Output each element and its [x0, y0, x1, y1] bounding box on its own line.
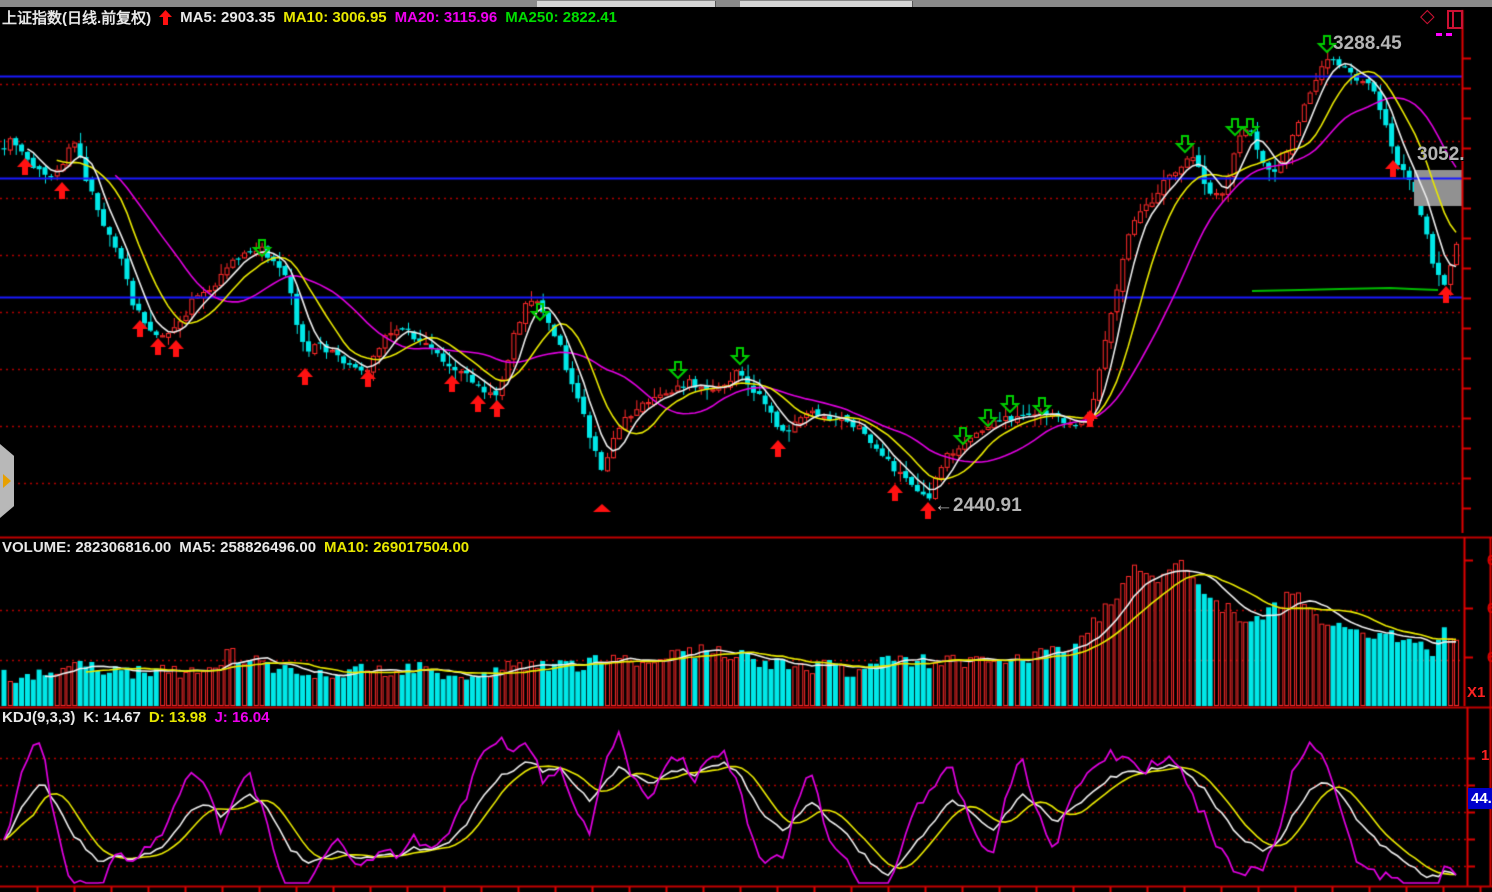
window-restore-icon[interactable] — [1447, 10, 1463, 29]
volume-axis-scale-label: X1 — [1467, 684, 1485, 701]
volume-ma5-readout: MA5: 258826496.00 — [179, 539, 316, 556]
window-titlebar[interactable] — [0, 0, 1492, 7]
ma20-readout: MA20: 3115.96 — [395, 9, 498, 26]
symbol-title[interactable]: 上证指数(日线.前复权) — [2, 7, 151, 28]
trading-app-window: 上证指数(日线.前复权) MA5: 2903.35 MA10: 3006.95 … — [0, 0, 1492, 892]
titlebar-segment — [740, 1, 913, 7]
kdj-title[interactable]: KDJ(9,3,3) — [2, 709, 75, 726]
volume-ma10-readout: MA10: 269017504.00 — [324, 539, 469, 556]
kdj-pane-header: KDJ(9,3,3) K: 14.67 D: 13.98 J: 16.04 — [2, 709, 270, 726]
ma250-readout: MA250: 2822.41 — [505, 9, 617, 26]
last-price-label: 3052. — [1417, 144, 1465, 166]
ma5-readout: MA5: 2903.35 — [180, 9, 275, 26]
kdj-axis-value-badge: 44. — [1468, 788, 1492, 809]
kdj-d-readout: D: 13.98 — [149, 709, 207, 726]
volume-readout: VOLUME: 282306816.00 — [2, 539, 171, 556]
expand-arrow-icon — [3, 474, 11, 488]
diamond-icon[interactable]: ◇ — [1420, 5, 1435, 28]
low-price-label: ←2440.91 — [934, 495, 1022, 517]
sidebar-expand-tab[interactable] — [0, 444, 14, 518]
chart-canvas[interactable] — [0, 0, 1492, 892]
kdj-axis-top-label: 1 — [1481, 747, 1489, 764]
high-price-label: 3288.45 — [1333, 33, 1402, 55]
ma10-readout: MA10: 3006.95 — [283, 9, 386, 26]
volume-pane-header: VOLUME: 282306816.00 MA5: 258826496.00 M… — [2, 539, 469, 556]
window-restore-icon-bar — [1452, 12, 1454, 27]
up-arrow-icon — [159, 10, 172, 25]
kdj-k-readout: K: 14.67 — [83, 709, 141, 726]
price-pane-header: 上证指数(日线.前复权) MA5: 2903.35 MA10: 3006.95 … — [2, 7, 617, 28]
minimize-dash-icon[interactable] — [1446, 33, 1452, 36]
kdj-j-readout: J: 16.04 — [214, 709, 269, 726]
minimize-dash-icon[interactable] — [1436, 33, 1442, 36]
